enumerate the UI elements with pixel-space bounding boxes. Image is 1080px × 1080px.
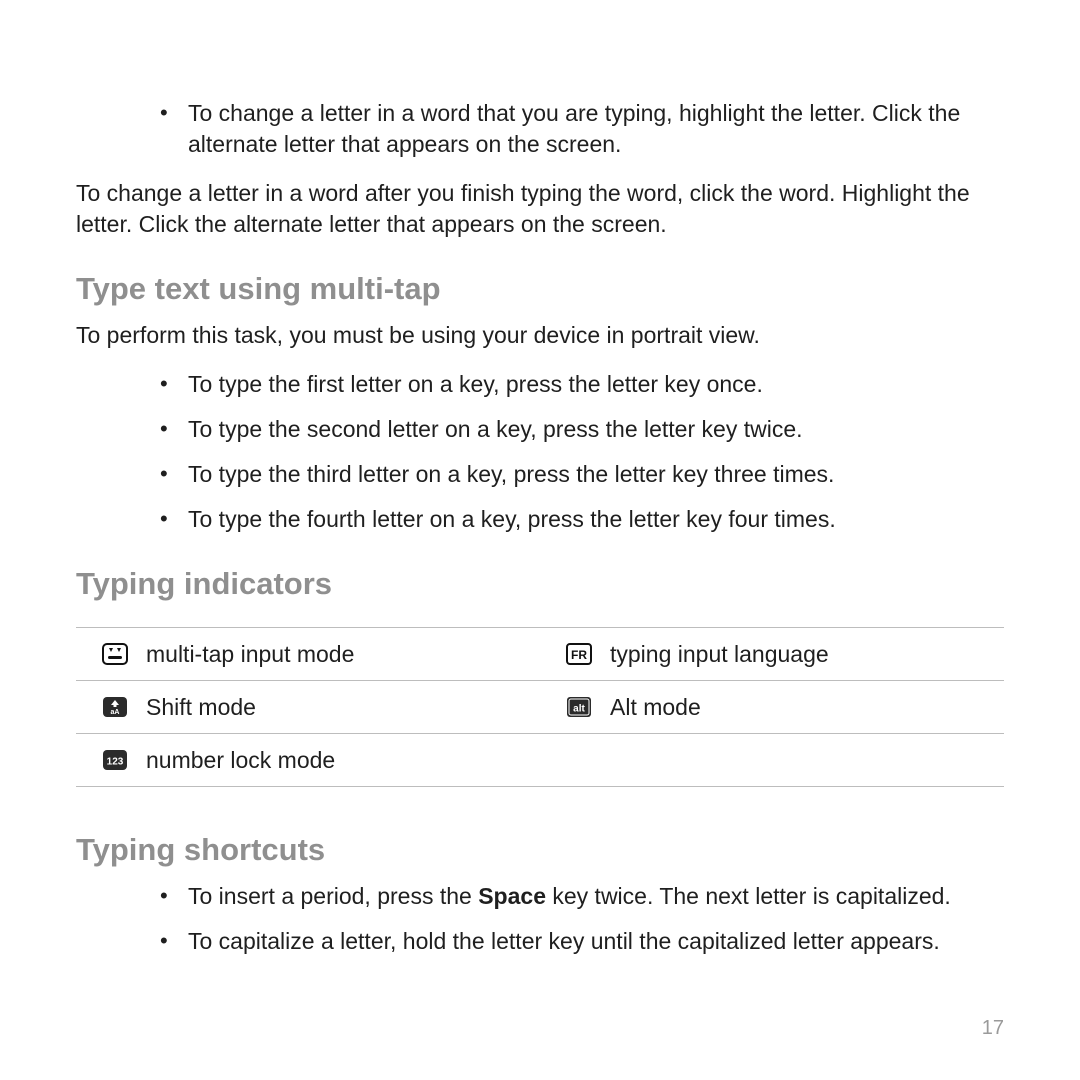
multitap-icon xyxy=(102,643,128,665)
indicator-cell: Alt mode xyxy=(540,681,1004,733)
heading-multitap: Type text using multi-tap xyxy=(76,268,1004,310)
alt-icon xyxy=(566,696,592,718)
text: To capitalize a letter, hold the letter … xyxy=(188,928,940,954)
heading-indicators: Typing indicators xyxy=(76,563,1004,605)
manual-page: To change a letter in a word that you ar… xyxy=(0,0,1080,1080)
intro-paragraph: To change a letter in a word after you f… xyxy=(76,178,1004,240)
text: key twice. The next letter is capitalize… xyxy=(546,883,951,909)
indicator-cell: multi-tap input mode xyxy=(76,628,540,680)
indicator-label: number lock mode xyxy=(146,745,335,776)
list-item: To type the third letter on a key, press… xyxy=(76,459,1004,490)
shift-icon xyxy=(102,696,128,718)
indicator-label: typing input language xyxy=(610,639,829,670)
list-item: To change a letter in a word that you ar… xyxy=(76,98,1004,160)
lang-fr-icon xyxy=(566,643,592,665)
numlock-icon xyxy=(102,749,128,771)
heading-shortcuts: Typing shortcuts xyxy=(76,829,1004,871)
table-row: Shift mode Alt mode xyxy=(76,680,1004,733)
key-name: Space xyxy=(478,883,546,909)
indicator-cell-empty xyxy=(540,734,1004,786)
indicator-cell: Shift mode xyxy=(76,681,540,733)
multitap-bullet-list: To type the first letter on a key, press… xyxy=(76,369,1004,535)
indicators-table: multi-tap input mode typing input langua… xyxy=(76,627,1004,787)
page-number: 17 xyxy=(982,1015,1004,1042)
indicator-label: multi-tap input mode xyxy=(146,639,354,670)
table-row: number lock mode xyxy=(76,733,1004,787)
list-item: To type the first letter on a key, press… xyxy=(76,369,1004,400)
intro-bullet-list: To change a letter in a word that you ar… xyxy=(76,98,1004,160)
text: To insert a period, press the xyxy=(188,883,478,909)
list-item: To insert a period, press the Space key … xyxy=(76,881,1004,912)
indicator-label: Shift mode xyxy=(146,692,256,723)
shortcuts-bullet-list: To insert a period, press the Space key … xyxy=(76,881,1004,957)
indicator-cell: number lock mode xyxy=(76,734,540,786)
list-item: To type the second letter on a key, pres… xyxy=(76,414,1004,445)
indicator-label: Alt mode xyxy=(610,692,701,723)
list-item: To type the fourth letter on a key, pres… xyxy=(76,504,1004,535)
multitap-lead: To perform this task, you must be using … xyxy=(76,320,1004,351)
list-item: To capitalize a letter, hold the letter … xyxy=(76,926,1004,957)
indicator-cell: typing input language xyxy=(540,628,1004,680)
table-row: multi-tap input mode typing input langua… xyxy=(76,627,1004,680)
